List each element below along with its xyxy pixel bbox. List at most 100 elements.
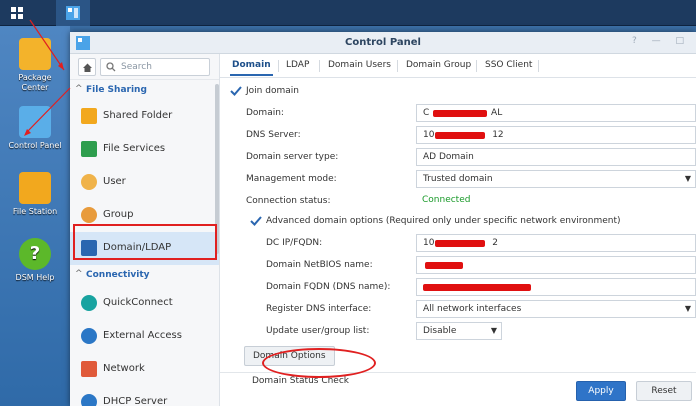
dc-value-prefix: 10 (423, 238, 435, 248)
reset-button[interactable]: Reset (636, 381, 692, 401)
register-dns-select[interactable]: All network interfaces ▼ (416, 300, 696, 318)
footer-bar: Apply Reset (220, 372, 696, 406)
search-icon (106, 62, 116, 72)
section-label: File Sharing (86, 85, 147, 95)
status-value: Connected (422, 195, 471, 205)
update-label: Update user/group list: (266, 326, 370, 336)
sidebar-item-shared-folder[interactable]: Shared Folder (70, 100, 219, 133)
sidebar-item-external-access[interactable]: External Access (70, 320, 219, 353)
sidebar-item-label: Group (103, 209, 134, 220)
group-icon (81, 207, 97, 223)
dc-label: DC IP/FQDN: (266, 238, 323, 248)
mgmt-label: Management mode: (246, 174, 337, 184)
register-row: Register DNS interface: All network inte… (220, 300, 696, 320)
section-connectivity[interactable]: ^ Connectivity (70, 265, 219, 287)
dns-value-suffix: 12 (492, 130, 504, 140)
tab-separator (476, 60, 477, 72)
advanced-row: Advanced domain options (Required only u… (220, 212, 696, 232)
advanced-label: Advanced domain options (Required only u… (266, 216, 621, 226)
domain-label: Domain: (246, 108, 284, 118)
window-controls[interactable]: ? — □ (632, 36, 690, 46)
search-placeholder: Search (121, 62, 152, 72)
sidebar-item-quickconnect[interactable]: QuickConnect (70, 287, 219, 320)
window-title: Control Panel (345, 37, 421, 48)
title-bar: Control Panel ? — □ (70, 32, 696, 54)
dc-field[interactable]: 10 2 (416, 234, 696, 252)
netbios-field[interactable] (416, 256, 696, 274)
tab-bar: Domain LDAP Domain Users Domain Group SS… (220, 54, 696, 78)
register-label: Register DNS interface: (266, 304, 372, 314)
caret-down-icon: ▼ (490, 326, 497, 335)
desktop-icon-dsm-help[interactable]: ? DSM Help (0, 238, 70, 283)
sidebar-item-label: Network (103, 363, 145, 374)
checkbox-checked-icon[interactable] (230, 85, 242, 97)
main-menu-button[interactable] (0, 0, 34, 26)
desktop-icon-label: Control Panel (8, 141, 62, 150)
help-icon: ? (19, 238, 51, 270)
update-value: Disable (423, 326, 457, 336)
status-label: Connection status: (246, 196, 331, 206)
section-file-sharing[interactable]: ^ File Sharing (70, 80, 219, 100)
netbios-row: Domain NetBIOS name: (220, 256, 696, 276)
tab-separator (278, 60, 279, 72)
domain-value-suffix: AL (491, 108, 503, 118)
control-panel-icon (19, 106, 51, 138)
sidebar-item-file-services[interactable]: File Services (70, 133, 219, 166)
sidebar-item-label: External Access (103, 330, 182, 341)
file-services-icon (81, 141, 97, 157)
fqdn-label: Domain FQDN (DNS name): (266, 282, 391, 292)
mgmt-mode-select[interactable]: Trusted domain ▼ (416, 170, 696, 188)
server-type-label: Domain server type: (246, 152, 339, 162)
sidebar-item-label: User (103, 176, 126, 187)
home-icon (82, 63, 92, 72)
dc-row: DC IP/FQDN: 10 2 (220, 234, 696, 254)
tab-domain-users[interactable]: Domain Users (328, 60, 391, 70)
register-value: All network interfaces (423, 304, 522, 314)
desktop-icon-package-center[interactable]: Package Center (0, 38, 70, 93)
domain-field[interactable]: C AL (416, 104, 696, 122)
apply-button[interactable]: Apply (576, 381, 626, 401)
tab-domain[interactable]: Domain (230, 60, 273, 76)
desktop: Package Center Control Panel File Statio… (0, 26, 70, 406)
desktop-icon-label: Package Center (18, 73, 52, 92)
dns-field[interactable]: 10 12 (416, 126, 696, 144)
redaction-mark (433, 110, 487, 117)
domain-value-prefix: C (423, 108, 430, 118)
tab-domain-group[interactable]: Domain Group (406, 60, 471, 70)
control-panel-window: Control Panel ? — □ Search ^ File Sharin… (70, 32, 696, 406)
sidebar-item-user[interactable]: User (70, 166, 219, 199)
caret-down-icon: ▼ (684, 174, 691, 183)
tab-separator (319, 60, 320, 72)
fqdn-field[interactable] (416, 278, 696, 296)
tab-ldap[interactable]: LDAP (286, 60, 309, 70)
grid-icon (11, 7, 23, 19)
checkbox-checked-icon[interactable] (250, 215, 262, 227)
update-list-select[interactable]: Disable ▼ (416, 322, 502, 340)
search-input[interactable]: Search (100, 58, 210, 76)
section-label: Connectivity (86, 270, 150, 280)
redaction-mark (435, 240, 485, 247)
search-row: Search (70, 54, 219, 80)
redaction-mark (423, 284, 531, 291)
dns-label: DNS Server: (246, 130, 301, 140)
sidebar-item-label: DHCP Server (103, 396, 168, 406)
sidebar-item-network[interactable]: Network (70, 353, 219, 386)
desktop-icon-label: File Station (12, 207, 58, 216)
server-type-field[interactable]: AD Domain (416, 148, 696, 166)
mgmt-mode-value: Trusted domain (423, 174, 493, 184)
taskbar (0, 0, 696, 26)
home-button[interactable] (78, 58, 96, 76)
chevron-up-icon: ^ (75, 269, 83, 279)
sidebar-item-dhcp-server[interactable]: DHCP Server (70, 386, 219, 406)
chevron-up-icon: ^ (75, 84, 83, 94)
folder-icon (19, 172, 51, 204)
fqdn-row: Domain FQDN (DNS name): (220, 278, 696, 298)
annotation-highlight-box (73, 224, 217, 260)
tab-sso-client[interactable]: SSO Client (485, 60, 532, 70)
annotation-highlight-ellipse (262, 348, 376, 378)
taskbar-control-panel[interactable] (56, 0, 90, 26)
desktop-icon-control-panel[interactable]: Control Panel (0, 106, 70, 151)
mgmt-row: Management mode: Trusted domain ▼ (220, 170, 696, 190)
desktop-icon-file-station[interactable]: File Station (0, 172, 70, 217)
user-icon (81, 174, 97, 190)
